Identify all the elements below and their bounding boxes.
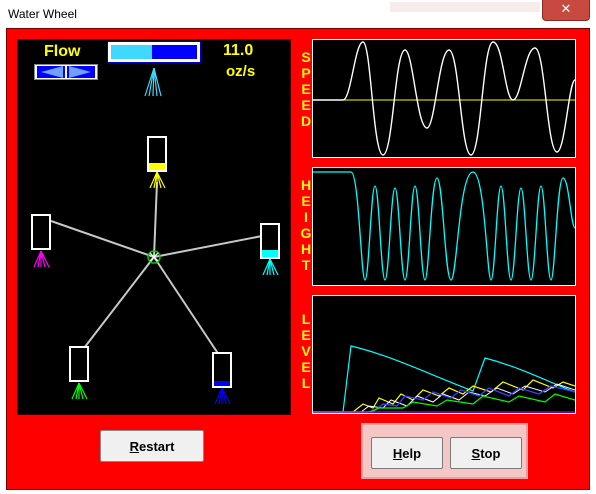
close-button[interactable]: ✕ <box>542 0 590 21</box>
wheel-spokes <box>50 181 263 359</box>
restart-button-label: Restart <box>129 438 175 454</box>
height-graph <box>312 167 576 286</box>
stop-button-label: Stop <box>471 445 501 461</box>
title-bar-blur <box>390 2 540 12</box>
help-button[interactable]: Help <box>371 437 443 469</box>
bucket-magenta <box>31 214 51 268</box>
level-trace-green <box>313 393 576 413</box>
stop-button[interactable]: Stop <box>450 437 522 469</box>
level-trace-blue <box>313 385 576 413</box>
wheel-canvas <box>31 67 280 405</box>
help-button-label: Help <box>392 445 422 461</box>
level-trace-white <box>313 383 576 413</box>
simulation-panel: Flow 11.0 oz/s <box>17 39 291 415</box>
bucket-green <box>69 346 89 400</box>
height-trace <box>313 171 576 281</box>
control-button-panel: Help Stop <box>361 423 528 479</box>
speed-trace <box>313 41 576 156</box>
speed-graph <box>312 39 576 158</box>
bucket-cyan <box>260 223 280 276</box>
bucket-blue <box>212 352 232 405</box>
client-area: Flow 11.0 oz/s S P E E D H E I G H T L E… <box>6 28 590 490</box>
bucket-yellow <box>147 136 167 189</box>
window-title: Water Wheel <box>8 7 77 21</box>
restart-button[interactable]: Restart <box>100 430 204 462</box>
app-window: Water Wheel ✕ Flow 11.0 oz/s S P E E D H… <box>0 0 596 494</box>
flow-spray <box>144 67 162 97</box>
title-bar: Water Wheel ✕ <box>0 0 596 28</box>
level-graph <box>312 295 576 414</box>
